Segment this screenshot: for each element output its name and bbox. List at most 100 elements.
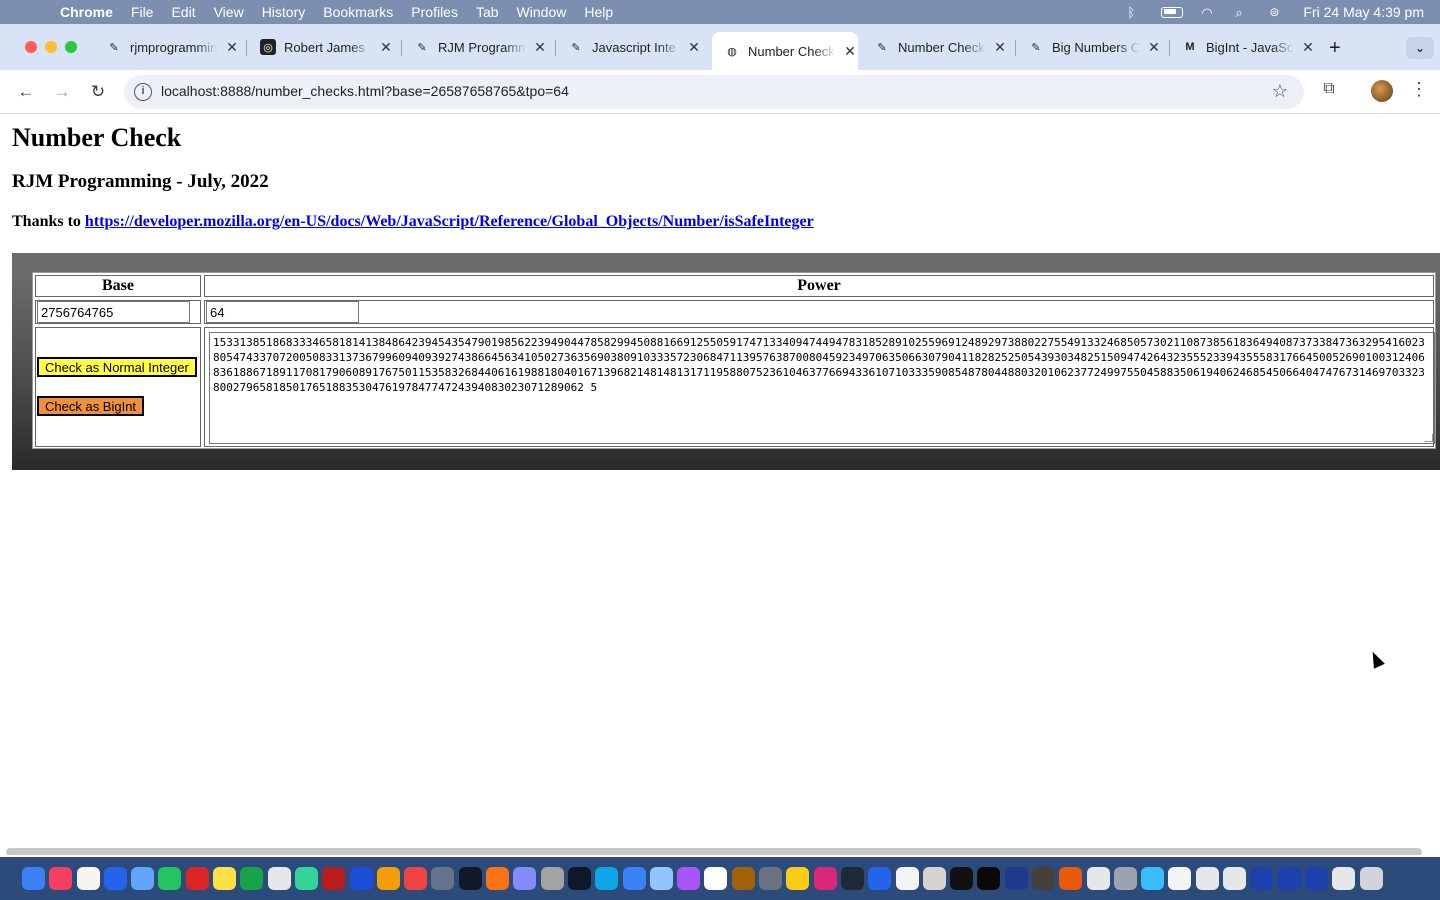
quicktime-icon[interactable]: [868, 867, 892, 890]
resize-grip-icon[interactable]: [1425, 434, 1433, 442]
menu-app-name[interactable]: Chrome: [60, 4, 113, 20]
menubar-clock[interactable]: Fri 24 May 4:39 pm: [1303, 4, 1424, 20]
zoom-window-button[interactable]: [65, 41, 77, 53]
terminal-icon[interactable]: [458, 867, 482, 890]
tab-search-chevron-icon[interactable]: ⌄: [1406, 37, 1434, 59]
calculator-icon[interactable]: [759, 867, 783, 890]
close-tab-icon[interactable]: ✕: [224, 39, 240, 56]
podcasts-icon[interactable]: [677, 867, 701, 890]
notes-icon[interactable]: [76, 867, 100, 890]
address-bar[interactable]: i localhost:8888/number_checks.html?base…: [124, 75, 1304, 109]
menu-edit[interactable]: Edit: [171, 4, 195, 20]
horizontal-scrollbar[interactable]: [6, 848, 1422, 855]
control-center-icon[interactable]: ⊜: [1269, 5, 1285, 19]
gimp-icon[interactable]: [1031, 867, 1055, 890]
chrome-icon[interactable]: [786, 867, 810, 890]
tray-icon[interactable]: [1332, 867, 1356, 890]
firefox2-icon[interactable]: [1059, 867, 1083, 890]
launchpad-icon[interactable]: [540, 867, 564, 890]
download3-icon[interactable]: [1304, 867, 1328, 890]
result-textarea[interactable]: 1533138518683334658181413848642394543547…: [209, 332, 1435, 444]
tab-big-numbers[interactable]: ✎ Big Numbers C ✕: [1016, 32, 1168, 62]
check-normal-integer-button[interactable]: Check as Normal Integer: [37, 357, 197, 377]
close-tab-icon[interactable]: ✕: [1146, 39, 1162, 56]
close-tab-icon[interactable]: ✕: [842, 43, 858, 60]
menu-tab[interactable]: Tab: [476, 4, 499, 20]
minimize-window-button[interactable]: [45, 41, 57, 53]
photos-icon[interactable]: [376, 867, 400, 890]
close-window-button[interactable]: [25, 41, 37, 53]
close-tab-icon[interactable]: ✕: [378, 39, 394, 56]
tab-number-check-active[interactable]: ◍ Number Check ✕: [712, 32, 858, 70]
preview-icon[interactable]: [649, 867, 673, 890]
messages-icon[interactable]: [158, 867, 182, 890]
menu-profiles[interactable]: Profiles: [411, 4, 458, 20]
notes2-icon[interactable]: [213, 867, 237, 890]
maps-icon[interactable]: [294, 867, 318, 890]
menu-help[interactable]: Help: [584, 4, 613, 20]
download1-icon[interactable]: [1250, 867, 1274, 890]
terminal2-icon[interactable]: [977, 867, 1001, 890]
mail-icon[interactable]: [131, 867, 155, 890]
news-icon[interactable]: [404, 867, 428, 890]
window2-icon[interactable]: [1195, 867, 1219, 890]
textedit-icon[interactable]: [267, 867, 291, 890]
pages-icon[interactable]: [622, 867, 646, 890]
script-icon[interactable]: [1086, 867, 1110, 890]
bookmark-star-icon[interactable]: ☆: [1272, 81, 1288, 102]
close-tab-icon[interactable]: ✕: [686, 39, 702, 56]
settings-icon[interactable]: [922, 867, 946, 890]
tab-robert-james[interactable]: ◎ Robert James ✕: [248, 32, 400, 62]
system-icon[interactable]: [1113, 867, 1137, 890]
site-info-icon[interactable]: i: [134, 83, 152, 101]
window1-icon[interactable]: [1168, 867, 1192, 890]
zoom-icon[interactable]: [349, 867, 373, 890]
reload-icon[interactable]: ↻: [86, 80, 110, 104]
wifi-icon[interactable]: ◠: [1201, 5, 1217, 20]
battery-icon[interactable]: [1161, 6, 1184, 18]
filezilla-icon[interactable]: [322, 867, 346, 890]
base-input[interactable]: [37, 301, 190, 323]
folder-icon[interactable]: [1141, 867, 1165, 890]
firefox-icon[interactable]: [486, 867, 510, 890]
tab-rjm-programming[interactable]: ✎ RJM Programming ✕: [402, 32, 554, 62]
close-tab-icon[interactable]: ✕: [992, 39, 1008, 56]
safari-icon[interactable]: [103, 867, 127, 890]
facetime-icon[interactable]: [240, 867, 264, 890]
appletv-icon[interactable]: [567, 867, 591, 890]
profile-avatar[interactable]: [1371, 80, 1393, 102]
chrome-menu-icon[interactable]: ⋮: [1410, 79, 1428, 100]
forward-arrow-icon[interactable]: →: [50, 80, 74, 104]
tab-rjmprogramming[interactable]: ✎ rjmprogramming ✕: [94, 32, 246, 62]
console-icon[interactable]: [840, 867, 864, 890]
back-arrow-icon[interactable]: ←: [14, 80, 38, 104]
appstore-icon[interactable]: [595, 867, 619, 890]
check-bigint-button[interactable]: Check as BigInt: [37, 396, 145, 416]
menu-window[interactable]: Window: [517, 4, 567, 20]
file-icon[interactable]: [895, 867, 919, 890]
menu-history[interactable]: History: [262, 4, 306, 20]
music-icon[interactable]: [49, 867, 73, 890]
download2-icon[interactable]: [1277, 867, 1301, 890]
window3-icon[interactable]: [1223, 867, 1247, 890]
inkscape-icon[interactable]: [950, 867, 974, 890]
mdn-reference-link[interactable]: https://developer.mozilla.org/en-US/docs…: [85, 213, 814, 230]
bluetooth-icon[interactable]: ᛒ: [1127, 5, 1143, 20]
menu-file[interactable]: File: [131, 4, 154, 20]
tab-bigint-javascript[interactable]: M BigInt - JavaSc ✕: [1170, 32, 1322, 62]
keychain-icon[interactable]: [731, 867, 755, 890]
finder-icon[interactable]: [22, 867, 45, 890]
bbedit-icon[interactable]: [513, 867, 537, 890]
calendar-icon[interactable]: [704, 867, 728, 890]
spotlight-search-icon[interactable]: ⌕: [1235, 5, 1251, 20]
tab-number-check[interactable]: ✎ Number Check ✕: [862, 32, 1014, 62]
xcode-icon[interactable]: [431, 867, 455, 890]
close-tab-icon[interactable]: ✕: [532, 39, 548, 56]
trash-icon[interactable]: [1359, 867, 1383, 890]
extensions-puzzle-icon[interactable]: ⧉: [1318, 80, 1340, 102]
affinity-icon[interactable]: [1004, 867, 1028, 890]
power-input[interactable]: [206, 301, 359, 323]
menu-view[interactable]: View: [214, 4, 244, 20]
close-tab-icon[interactable]: ✕: [1300, 39, 1316, 56]
new-tab-icon[interactable]: +: [1329, 37, 1341, 60]
